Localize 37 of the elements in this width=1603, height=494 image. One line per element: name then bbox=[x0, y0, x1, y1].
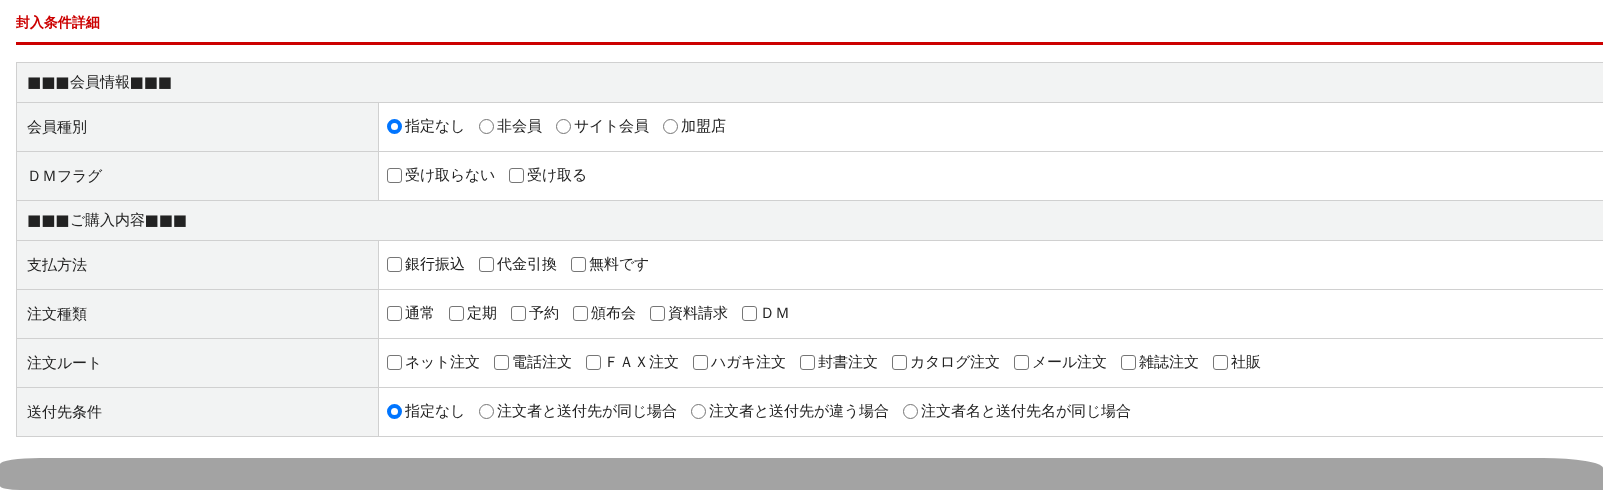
radio-option[interactable]: 注文者名と送付先名が同じ場合 bbox=[903, 402, 1131, 420]
field-label: 注文ルート bbox=[27, 354, 102, 372]
checkbox-option[interactable]: 無料です bbox=[571, 255, 649, 273]
field-label: 支払方法 bbox=[27, 256, 87, 274]
checkbox-option[interactable]: ＦＡＸ注文 bbox=[586, 353, 679, 371]
radio-option[interactable]: サイト会員 bbox=[556, 117, 649, 135]
checkbox-option[interactable]: ＤＭ bbox=[742, 304, 790, 322]
checkbox-option[interactable]: 電話注文 bbox=[494, 353, 572, 371]
checkbox-option[interactable]: 受け取らない bbox=[387, 166, 495, 184]
checkbox-option[interactable]: 封書注文 bbox=[800, 353, 878, 371]
checkbox-option[interactable]: 予約 bbox=[511, 304, 559, 322]
radio-option[interactable]: 注文者と送付先が同じ場合 bbox=[479, 402, 677, 420]
radio-option[interactable]: 加盟店 bbox=[663, 117, 726, 135]
checkbox-option[interactable]: ネット注文 bbox=[387, 353, 480, 371]
radio-option[interactable]: 注文者と送付先が違う場合 bbox=[691, 402, 889, 420]
page-title: 封入条件詳細 bbox=[16, 13, 101, 32]
checkbox-option[interactable]: 資料請求 bbox=[650, 304, 728, 322]
checkbox-option[interactable]: カタログ注文 bbox=[892, 353, 1000, 371]
checkbox-option[interactable]: 受け取る bbox=[509, 166, 587, 184]
radio-option[interactable]: 非会員 bbox=[479, 117, 542, 135]
checkbox-option[interactable]: メール注文 bbox=[1014, 353, 1107, 371]
checkbox-option[interactable]: ハガキ注文 bbox=[693, 353, 786, 371]
radio-option[interactable]: 指定なし bbox=[387, 402, 465, 420]
field-label: 送付先条件 bbox=[27, 403, 102, 421]
radio-option[interactable]: 指定なし bbox=[387, 117, 465, 135]
checkbox-option[interactable]: 定期 bbox=[449, 304, 497, 322]
checkbox-option[interactable]: 通常 bbox=[387, 304, 435, 322]
checkbox-option[interactable]: 社販 bbox=[1213, 353, 1261, 371]
field-label: 注文種類 bbox=[27, 305, 87, 323]
checkbox-option[interactable]: 銀行振込 bbox=[387, 255, 465, 273]
section-heading: ■■■ご購入内容■■■ bbox=[27, 210, 188, 232]
section-heading: ■■■会員情報■■■ bbox=[27, 72, 173, 94]
field-label: 会員種別 bbox=[27, 118, 87, 136]
checkbox-option[interactable]: 頒布会 bbox=[573, 304, 636, 322]
field-label: ＤＭフラグ bbox=[27, 167, 102, 185]
checkbox-option[interactable]: 代金引換 bbox=[479, 255, 557, 273]
checkbox-option[interactable]: 雑誌注文 bbox=[1121, 353, 1199, 371]
